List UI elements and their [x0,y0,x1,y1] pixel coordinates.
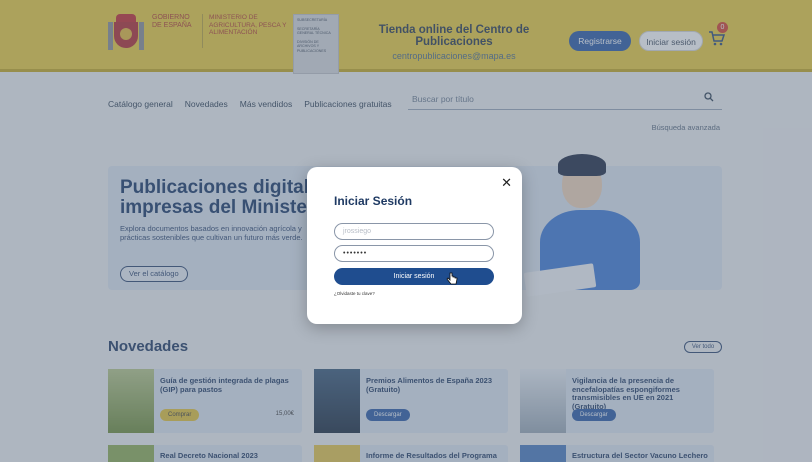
forgot-password-link[interactable]: ¿Olvidaste tu clave? [334,291,375,296]
login-modal: ✕ Iniciar Sesión jrossiego ••••••• Inici… [307,167,522,324]
hand-cursor-icon [446,272,458,286]
password-field[interactable]: ••••••• [334,245,494,262]
username-field[interactable]: jrossiego [334,223,494,240]
login-submit-button[interactable]: Iniciar sesión [334,268,494,285]
modal-title: Iniciar Sesión [334,194,413,208]
close-icon[interactable]: ✕ [501,175,512,191]
